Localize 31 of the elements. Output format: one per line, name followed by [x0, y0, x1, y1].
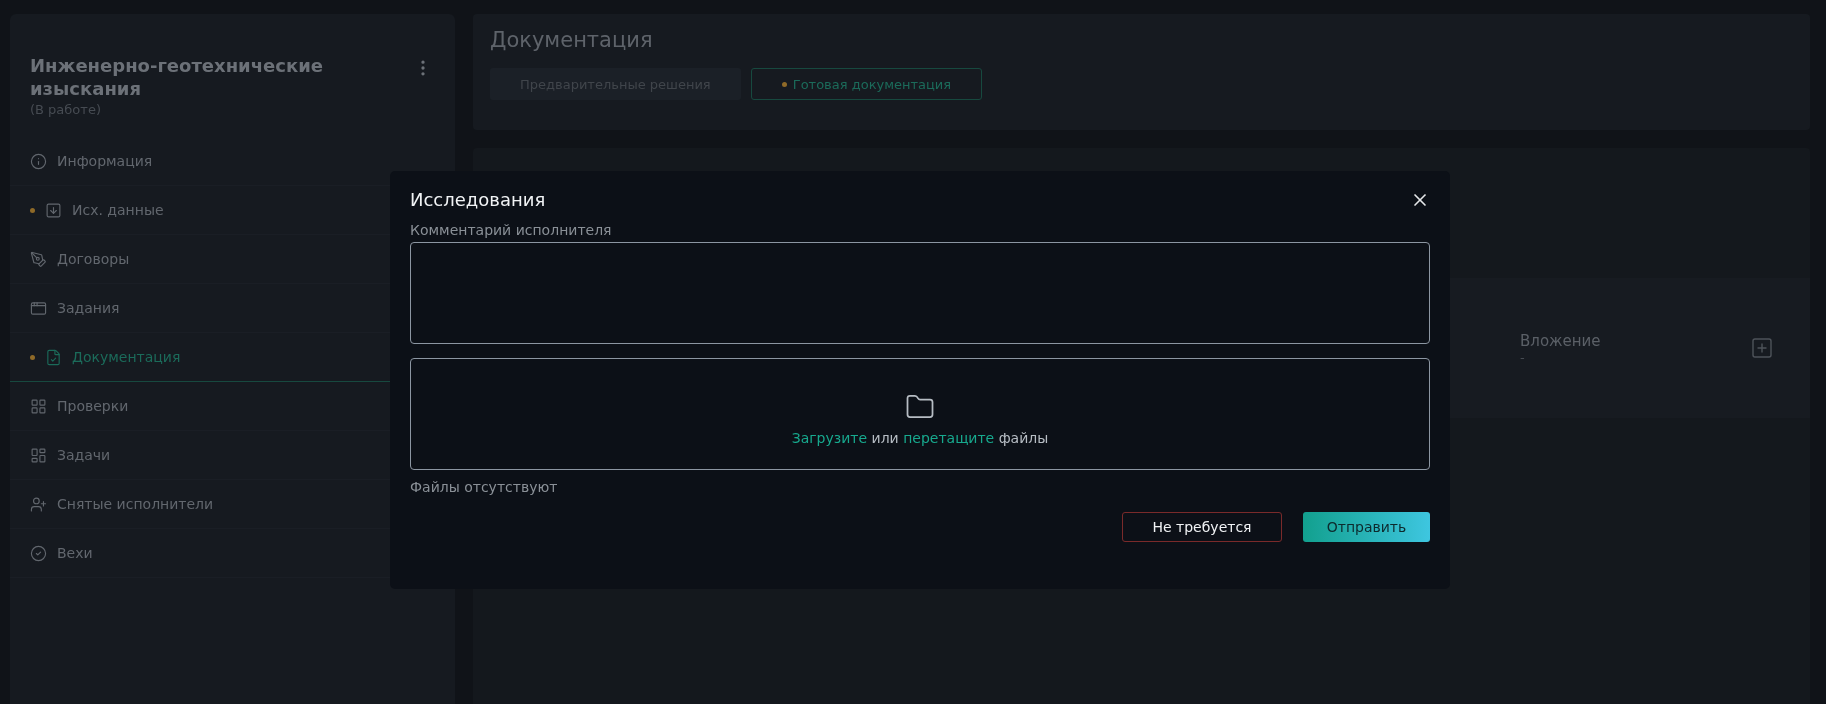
- sidebar-label: Вехи: [57, 545, 93, 561]
- sidebar-label: Снятые исполнители: [57, 496, 214, 512]
- pen-icon: [30, 250, 47, 268]
- sidebar-label: Исх. данные: [72, 202, 164, 218]
- check-circle-icon: [30, 544, 47, 562]
- grid-icon: [30, 397, 47, 415]
- tab-label: Готовая документация: [792, 76, 952, 92]
- layout-icon: [30, 446, 47, 464]
- upload-link[interactable]: Загрузите: [791, 430, 868, 446]
- sidebar-label: Договоры: [57, 251, 130, 267]
- file-check-icon: [45, 348, 62, 366]
- sidebar-label: Информация: [57, 153, 153, 169]
- user-plus-icon: [30, 495, 47, 513]
- attachment-label: Вложение: [1520, 331, 1602, 350]
- sidebar-label: Документация: [72, 349, 181, 365]
- info-icon: [30, 152, 47, 170]
- upload-link[interactable]: перетащите: [903, 430, 995, 446]
- upload-hint: Загрузите или перетащите файлы: [791, 430, 1049, 446]
- send-button[interactable]: Отправить: [1303, 512, 1430, 542]
- decline-button[interactable]: Не требуется: [1122, 512, 1282, 542]
- download-icon: [45, 201, 62, 219]
- sidebar-label: Задачи: [57, 447, 111, 463]
- page-title: Документация: [490, 28, 654, 52]
- comment-field[interactable]: [410, 242, 1430, 344]
- tab[interactable]: Готовая документация: [750, 68, 983, 100]
- window-icon: [30, 299, 47, 317]
- upload-dropzone[interactable]: Загрузите или перетащите файлы: [410, 358, 1430, 470]
- attachment-value: -: [1520, 349, 1526, 365]
- project-title: Инженерно-геотехнические изыскания: [30, 54, 324, 100]
- sidebar-label: Задания: [57, 300, 120, 316]
- sidebar-label: Проверки: [57, 398, 129, 414]
